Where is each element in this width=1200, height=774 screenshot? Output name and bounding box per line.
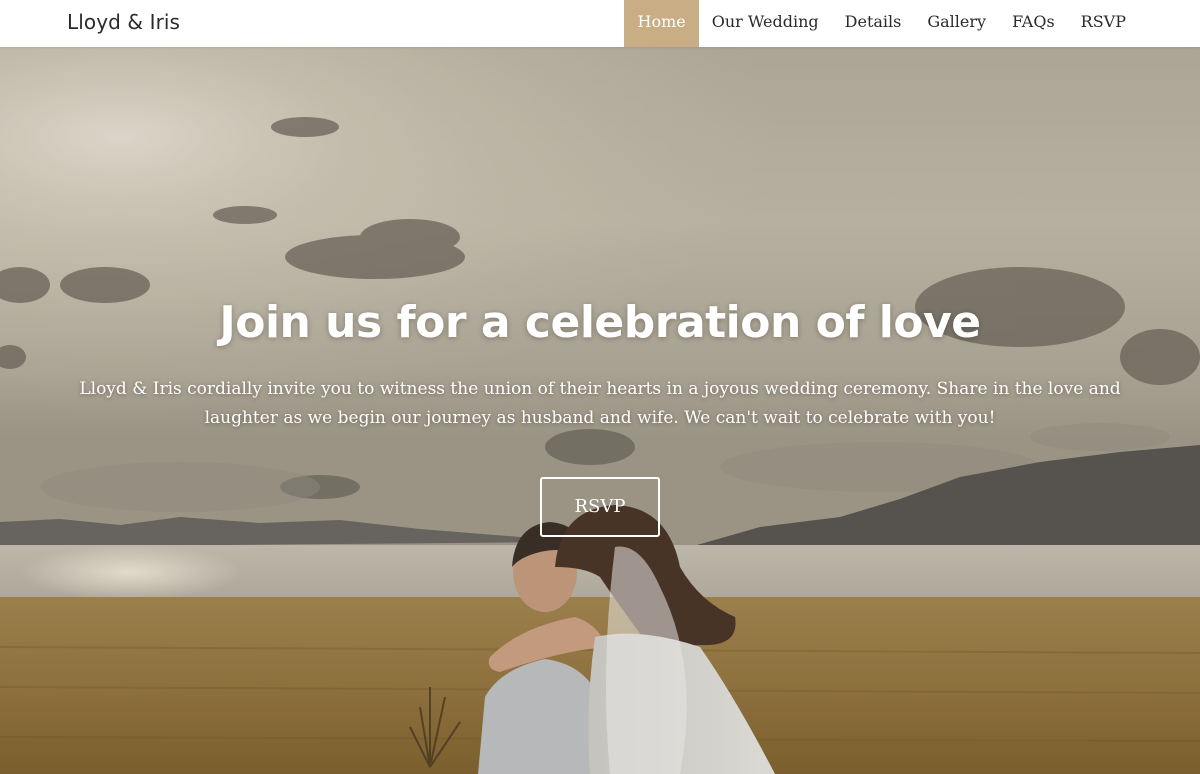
nav-item-faqs[interactable]: FAQs: [999, 0, 1068, 47]
nav-menu: Home Our Wedding Details Gallery FAQs RS…: [624, 0, 1139, 47]
nav-item-details[interactable]: Details: [832, 0, 915, 47]
hero-invitation-text: Lloyd & Iris cordially invite you to wit…: [79, 379, 1121, 428]
brand-logo[interactable]: Lloyd & Iris: [67, 8, 180, 36]
hero-content: Join us for a celebration of love Lloyd …: [0, 47, 1200, 774]
nav-item-rsvp[interactable]: RSVP: [1068, 0, 1139, 47]
nav-item-gallery[interactable]: Gallery: [914, 0, 999, 47]
nav-item-our-wedding[interactable]: Our Wedding: [699, 0, 832, 47]
hero-section: Join us for a celebration of love Lloyd …: [0, 47, 1200, 774]
nav-item-home[interactable]: Home: [624, 0, 699, 47]
hero-title: Join us for a celebration of love: [219, 297, 981, 348]
rsvp-button[interactable]: RSVP: [540, 477, 660, 537]
top-navbar: Lloyd & Iris Home Our Wedding Details Ga…: [0, 0, 1200, 47]
